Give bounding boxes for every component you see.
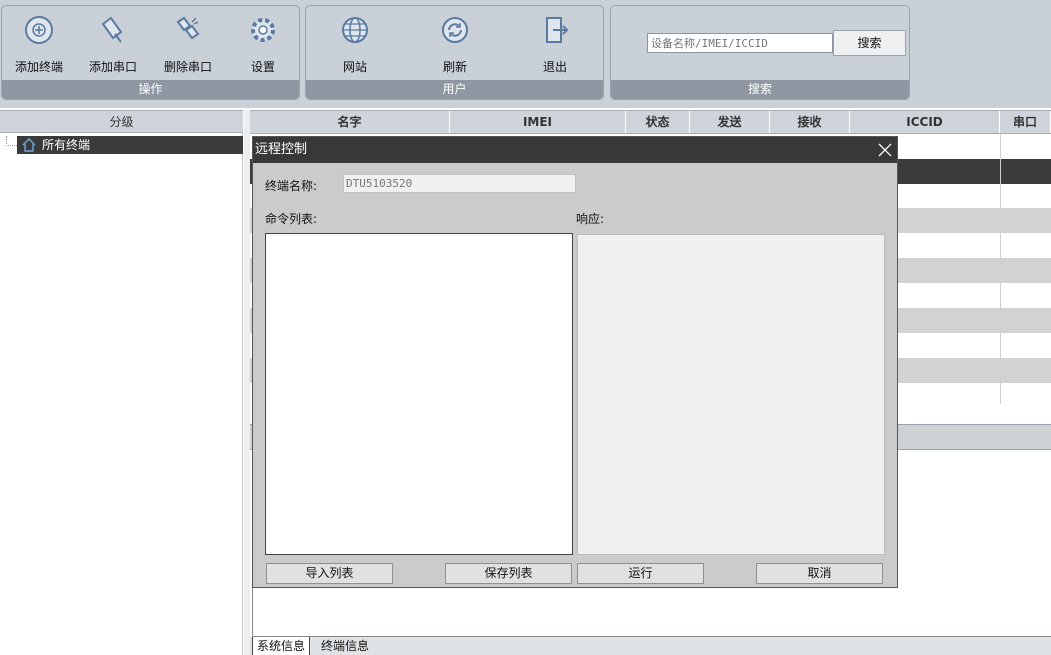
column-header-received[interactable]: 接收 <box>770 111 850 133</box>
column-divider <box>1000 134 1001 404</box>
tab-system-info[interactable]: 系统信息 <box>252 637 311 655</box>
website-label: 网站 <box>342 60 367 74</box>
search-input[interactable] <box>647 33 833 53</box>
exit-button[interactable]: 退出 <box>520 14 590 78</box>
settings-label: 设置 <box>250 60 275 74</box>
delete-serial-button[interactable]: 删除串口 <box>153 14 223 78</box>
settings-button[interactable]: 设置 <box>228 14 298 78</box>
save-list-button[interactable]: 保存列表 <box>445 563 572 584</box>
user-caption: 用户 <box>306 80 603 99</box>
add-serial-button[interactable]: 添加串口 <box>78 14 148 78</box>
gear-icon <box>251 18 275 42</box>
response-box <box>577 234 885 555</box>
operations-group: 添加终端 添加串口 删除串口 设置 操作 <box>1 5 300 100</box>
tree-connector <box>6 136 17 146</box>
refresh-icon <box>442 17 468 43</box>
column-header-sent[interactable]: 发送 <box>690 111 770 133</box>
dialog-title: 远程控制 <box>253 137 897 163</box>
tree-panel: 分级 所有终端 <box>0 110 243 655</box>
search-caption: 搜索 <box>611 80 909 99</box>
dialog-title-text: 远程控制 <box>255 142 308 157</box>
website-button[interactable]: 网站 <box>320 14 390 78</box>
tab-terminal-info[interactable]: 终端信息 <box>317 637 373 655</box>
column-header-serial[interactable]: 串口 <box>1000 111 1051 133</box>
add-terminal-label: 添加终端 <box>14 60 63 74</box>
command-list[interactable] <box>265 233 573 555</box>
refresh-label: 刷新 <box>442 60 467 74</box>
column-header-imei[interactable]: IMEI <box>450 111 626 133</box>
column-header-iccid[interactable]: ICCID <box>850 111 1000 133</box>
column-header-status[interactable]: 状态 <box>626 111 690 133</box>
tree-item-label: 所有终端 <box>42 138 91 152</box>
remote-control-dialog: 远程控制 终端名称: DTU5103520 命令列表: 响应: 导入列表 保存列… <box>252 136 898 588</box>
add-terminal-button[interactable]: 添加终端 <box>4 14 74 78</box>
globe-icon <box>342 17 368 43</box>
exit-icon <box>546 17 569 43</box>
terminal-name-field: DTU5103520 <box>343 174 576 193</box>
command-list-label: 命令列表: <box>265 212 318 226</box>
exit-label: 退出 <box>542 60 567 74</box>
terminal-name-label: 终端名称: <box>265 179 318 193</box>
close-icon[interactable] <box>877 142 893 158</box>
table-header: 名字 IMEI 状态 发送 接收 ICCID 串口 <box>250 110 1051 134</box>
import-list-button[interactable]: 导入列表 <box>266 563 393 584</box>
tree-item-all-terminals[interactable]: 所有终端 <box>17 136 243 154</box>
search-group: 搜索 搜索 <box>610 5 910 100</box>
bottom-tabs: 系统信息 终端信息 <box>250 637 1051 655</box>
cancel-button[interactable]: 取消 <box>756 563 883 584</box>
column-header-name[interactable]: 名字 <box>250 111 450 133</box>
search-button[interactable]: 搜索 <box>833 30 906 56</box>
refresh-button[interactable]: 刷新 <box>420 14 490 78</box>
tree-header: 分级 <box>0 110 243 133</box>
delete-serial-label: 删除串口 <box>163 60 212 74</box>
add-serial-label: 添加串口 <box>88 60 137 74</box>
add-terminal-icon <box>25 16 53 44</box>
user-group: 网站 刷新 退出 用户 <box>305 5 604 100</box>
delete-serial-icon <box>176 16 200 40</box>
run-button[interactable]: 运行 <box>577 563 704 584</box>
add-serial-icon <box>101 16 123 43</box>
home-icon <box>22 138 36 152</box>
operations-caption: 操作 <box>2 80 299 99</box>
ribbon-toolbar: 添加终端 添加串口 删除串口 设置 操作 网站 刷新 退出 用户 设备名称/IM… <box>0 0 1051 108</box>
response-label: 响应: <box>576 212 605 226</box>
